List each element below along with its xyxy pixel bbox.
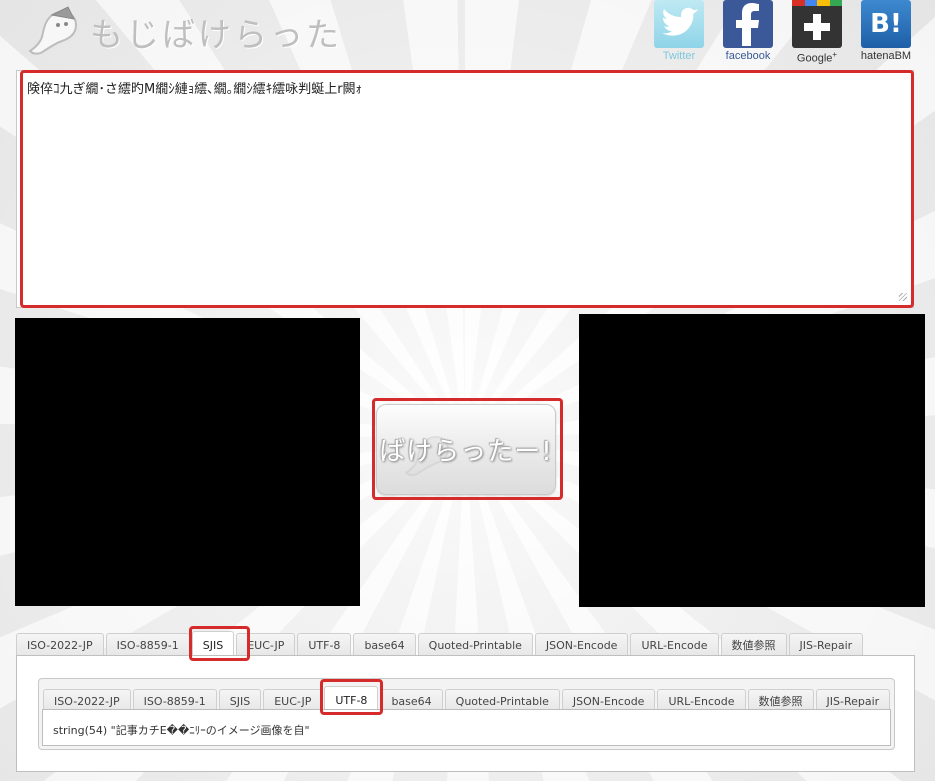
encoding-tabs: ISO-2022-JP ISO-8859-1 SJIS EUC-JP UTF-8 base… [16, 630, 865, 658]
text-input-frame [16, 70, 914, 308]
tab-iso-2022-jp[interactable]: ISO-2022-JP [16, 633, 104, 657]
twitter-label: Twitter [662, 50, 696, 62]
mojibake-text-input[interactable] [23, 76, 905, 302]
hatena-glyph: B! [870, 9, 902, 39]
googleplus-label: Google+ [789, 50, 845, 65]
logo-text: もじばけらった [90, 15, 342, 54]
google-plus-icon [804, 14, 830, 40]
googleplus-tile [792, 0, 842, 48]
googleplus-label-text: Google [796, 52, 833, 65]
tab-base64[interactable]: base64 [353, 633, 416, 657]
google-color-bar [792, 0, 842, 6]
bakeratta-button-label: ばけらったー! [379, 437, 553, 467]
decoded-result: string(54) "記事カチE��ﾆﾘｰのイメージ画像を自" [42, 709, 891, 746]
twitter-bird-icon [662, 7, 698, 36]
tab-quoted-printable[interactable]: Quoted-Printable [417, 633, 533, 657]
tab-url-encode[interactable]: URL-Encode [630, 633, 719, 657]
twitter-share-button[interactable]: Twitter [651, 0, 707, 62]
twitter-tile [654, 0, 704, 48]
preview-panel-left [15, 318, 360, 606]
googleplus-label-sup: + [832, 50, 838, 59]
tab-numeric-ref[interactable]: 数値参照 [720, 633, 787, 657]
tab-euc-jp[interactable]: EUC-JP [236, 633, 296, 657]
googleplus-share-button[interactable]: Google+ [789, 0, 845, 65]
hatena-bookmark-button[interactable]: B! hatenaBM [858, 0, 914, 62]
tab-json-encode[interactable]: JSON-Encode [534, 633, 629, 657]
facebook-tile [723, 0, 773, 48]
tab-sjis[interactable]: SJIS [191, 631, 235, 658]
ghost-icon [28, 6, 78, 55]
facebook-label: facebook [725, 50, 771, 62]
facebook-share-button[interactable]: facebook [720, 0, 776, 62]
tab-utf-8[interactable]: UTF-8 [297, 633, 352, 657]
sub-encoding-tabs: ISO-2022-JP ISO-8859-1 SJIS EUC-JP UTF-8 base… [43, 685, 892, 713]
sub-encoding-box: ISO-2022-JP ISO-8859-1 SJIS EUC-JP UTF-8 base… [38, 678, 895, 750]
resize-grip-icon[interactable] [899, 293, 907, 301]
preview-panel-right [579, 314, 925, 607]
encoding-tab-panel: ISO-2022-JP ISO-8859-1 SJIS EUC-JP UTF-8 base… [16, 655, 915, 772]
site-logo[interactable]: もじばけらった [22, 2, 342, 60]
bakeratta-button[interactable]: ばけらったー! [376, 404, 556, 495]
hatena-label: hatenaBM [860, 50, 912, 62]
hatena-bookmark-icon: B! [861, 0, 911, 48]
tab-iso-8859-1[interactable]: ISO-8859-1 [105, 633, 190, 657]
tab-jis-repair[interactable]: JIS-Repair [788, 633, 864, 657]
facebook-f-icon [736, 3, 759, 46]
